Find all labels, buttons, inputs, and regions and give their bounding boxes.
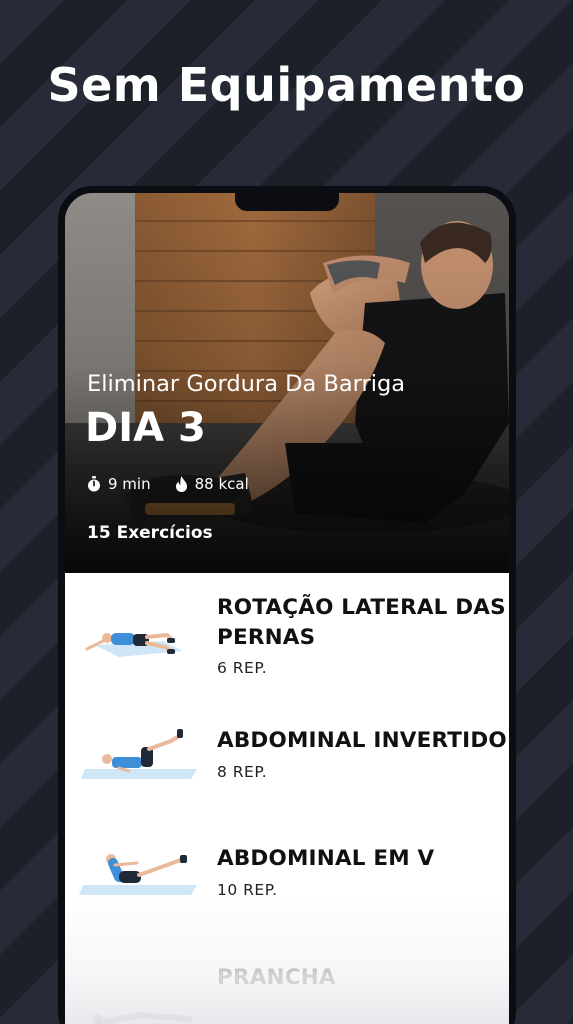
list-item[interactable]: ABDOMINAL EM V 10 REP. — [65, 841, 509, 921]
phone-frame: Eliminar Gordura Da Barriga DIA 3 9 min … — [58, 186, 516, 1024]
phone-screen: Eliminar Gordura Da Barriga DIA 3 9 min … — [65, 193, 509, 1024]
workout-hero[interactable]: Eliminar Gordura Da Barriga DIA 3 9 min … — [65, 193, 509, 573]
phone-notch — [235, 193, 339, 211]
duration-label: 9 min — [108, 475, 151, 493]
calories-label: 88 kcal — [194, 475, 249, 493]
duration-stat: 9 min — [87, 475, 151, 493]
workout-day: DIA 3 — [85, 405, 206, 451]
exercise-list: ROTAÇÃO LATERAL DAS PERNAS 6 REP. ABDOMI… — [65, 573, 509, 1024]
flame-icon — [175, 476, 187, 492]
workout-subtitle: Eliminar Gordura Da Barriga — [87, 371, 406, 397]
list-item[interactable]: ABDOMINAL INVERTIDO 8 REP. — [65, 723, 509, 803]
calories-stat: 88 kcal — [175, 475, 249, 493]
v-up-illustration — [79, 854, 197, 895]
plank-illustration — [92, 1011, 192, 1024]
exercise-name: ABDOMINAL INVERTIDO — [217, 728, 507, 753]
exercise-reps: 10 REP. — [217, 881, 278, 899]
exercise-name: ABDOMINAL EM V — [217, 846, 435, 871]
exercise-name: PRANCHA — [217, 965, 336, 990]
list-item[interactable]: PRANCHA — [65, 963, 509, 1024]
exercise-count: 15 Exercícios — [87, 523, 213, 543]
exercise-name: ROTAÇÃO LATERAL DAS PERNAS — [217, 595, 506, 650]
exercise-reps: 6 REP. — [217, 659, 268, 677]
exercise-reps: 8 REP. — [217, 763, 268, 781]
list-item[interactable]: ROTAÇÃO LATERAL DAS PERNAS 6 REP. — [65, 593, 509, 693]
stopwatch-icon — [88, 476, 100, 492]
workout-stats: 9 min 88 kcal — [87, 475, 249, 493]
reverse-crunch-illustration — [81, 729, 197, 779]
promo-title: Sem Equipamento — [47, 58, 526, 112]
lying-leg-rotation-illustration — [85, 632, 183, 657]
